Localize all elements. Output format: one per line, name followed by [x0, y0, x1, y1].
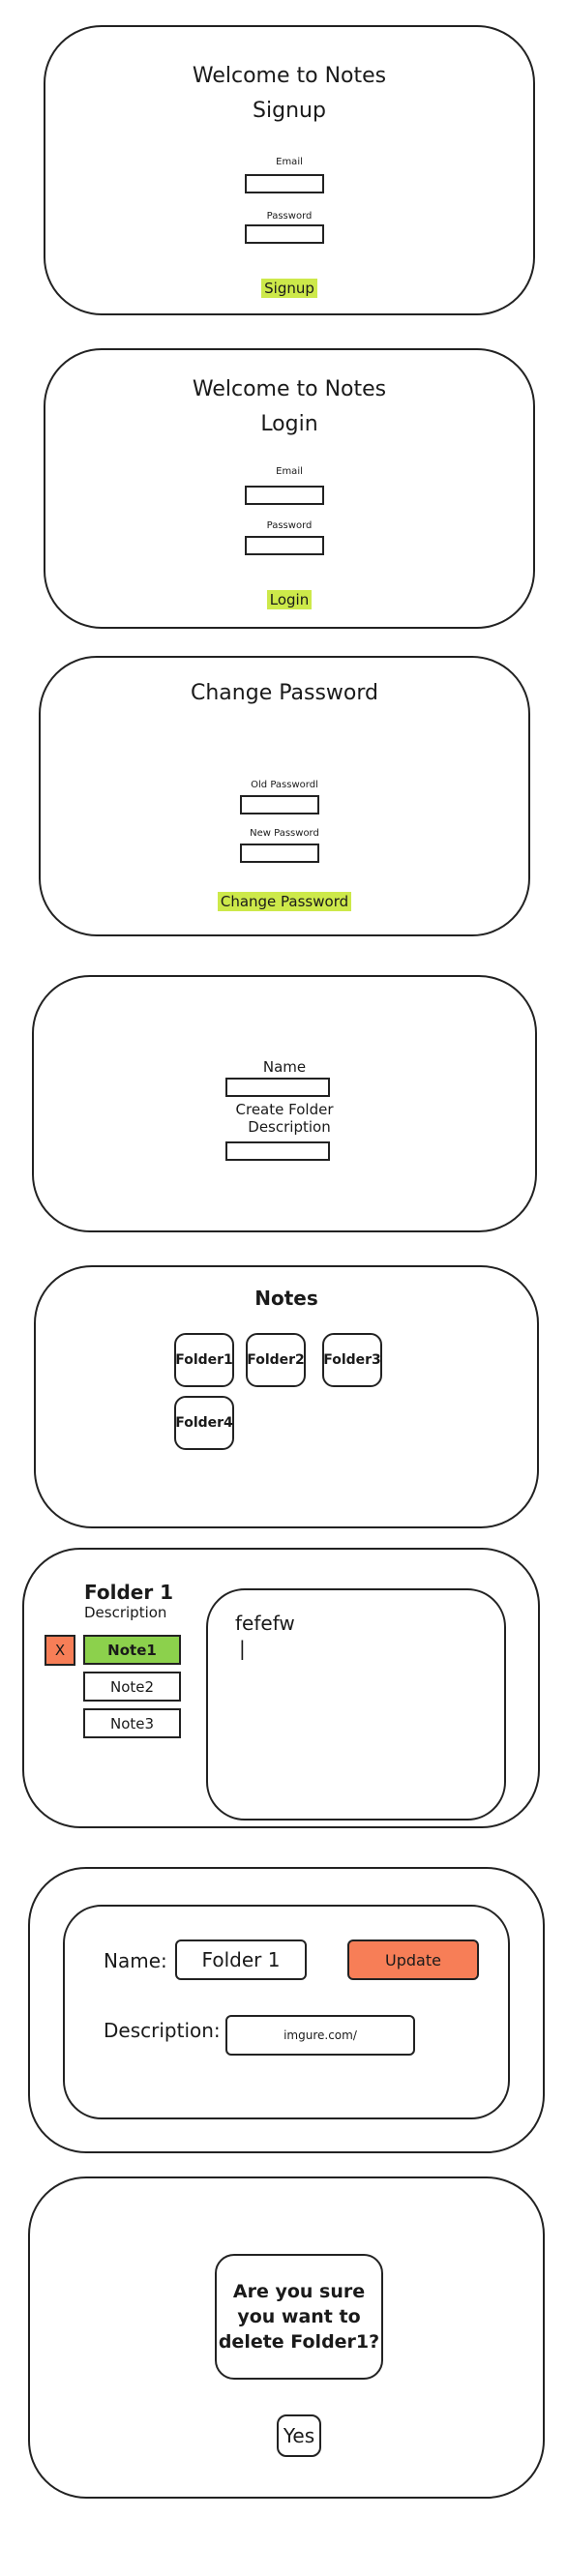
folder-card-3[interactable]: Folder3 — [322, 1333, 382, 1387]
change-password-button[interactable]: Change Password — [41, 892, 528, 911]
signup-button-label: Signup — [261, 279, 317, 298]
edit-folder-panel: Name: Folder 1 Update Description: imgur… — [63, 1905, 510, 2119]
note-editor-text: fefefw — [235, 1612, 295, 1635]
signup-button[interactable]: Signup — [45, 279, 533, 298]
folder-description-input[interactable] — [225, 1141, 330, 1161]
update-button-label: Update — [385, 1950, 441, 1969]
change-password-button-label: Change Password — [217, 892, 352, 911]
folder-title: Folder 1 — [84, 1581, 174, 1604]
old-password-input[interactable] — [240, 795, 319, 814]
notes-home-card: Notes Folder1 Folder2 Folder3 Folder4 — [34, 1265, 539, 1528]
confirm-question-line1: Are you sure — [232, 2281, 366, 2302]
signup-email-label: Email — [276, 157, 303, 167]
yes-button[interactable]: Yes — [277, 2414, 321, 2457]
folder-card-4[interactable]: Folder4 — [174, 1396, 234, 1450]
note-item-3[interactable]: Note3 — [83, 1708, 181, 1738]
change-password-card: Change Password Old Passwordl New Passwo… — [39, 656, 530, 936]
note-item-2[interactable]: Note2 — [83, 1672, 181, 1702]
note-editor[interactable]: fefefw | — [206, 1588, 506, 1821]
signup-email-input[interactable] — [245, 174, 324, 193]
login-heading: Login — [260, 412, 318, 436]
folder-card-1[interactable]: Folder1 — [174, 1333, 234, 1387]
edit-name-label: Name: — [104, 1949, 167, 1972]
folder-view-card: Folder 1 Description X Note1 Note2 Note3… — [22, 1548, 540, 1828]
edit-folder-card: Name: Folder 1 Update Description: imgur… — [28, 1867, 545, 2153]
edit-description-input[interactable]: imgure.com/ — [225, 2015, 415, 2056]
login-password-label: Password — [266, 520, 313, 531]
confirm-delete-card: Are you sure you want to delete Folder1?… — [28, 2176, 545, 2499]
delete-note-label: X — [54, 1642, 66, 1659]
delete-note-button[interactable]: X — [45, 1635, 75, 1666]
create-folder-label: Create Folder — [235, 1101, 334, 1118]
update-button[interactable]: Update — [347, 1939, 479, 1980]
folder-card-2[interactable]: Folder2 — [246, 1333, 306, 1387]
login-button[interactable]: Login — [45, 590, 533, 609]
edit-name-value: Folder 1 — [201, 1948, 281, 1971]
login-email-input[interactable] — [245, 486, 324, 505]
edit-description-value: imgure.com/ — [284, 2028, 357, 2042]
signup-password-label: Password — [266, 211, 313, 222]
old-password-label: Old Passwordl — [251, 780, 318, 790]
login-password-input[interactable] — [245, 536, 324, 555]
confirm-question-line2: you want to — [237, 2306, 361, 2327]
note-editor-cursor: | — [239, 1637, 246, 1660]
new-password-label: New Password — [250, 828, 319, 839]
change-password-heading: Change Password — [191, 681, 378, 705]
signup-heading: Signup — [253, 99, 326, 123]
signup-password-input[interactable] — [245, 224, 324, 244]
folder-description-label: Description — [248, 1118, 331, 1136]
folder-name-input[interactable] — [225, 1078, 330, 1097]
login-email-label: Email — [276, 466, 303, 477]
yes-button-label: Yes — [283, 2424, 315, 2447]
new-password-input[interactable] — [240, 844, 319, 863]
signup-welcome: Welcome to Notes — [192, 64, 387, 88]
folder-description: Description — [84, 1604, 167, 1621]
notes-heading: Notes — [254, 1287, 318, 1310]
create-folder-card: Name Create Folder Description — [32, 975, 537, 1232]
folder-name-label: Name — [262, 1058, 307, 1076]
note-item-1[interactable]: Note1 — [83, 1635, 181, 1665]
login-card: Welcome to Notes Login Email Password Lo… — [44, 348, 535, 629]
edit-name-input[interactable]: Folder 1 — [175, 1939, 307, 1980]
login-button-label: Login — [266, 590, 313, 609]
login-welcome: Welcome to Notes — [192, 377, 387, 401]
confirm-question-line3: delete Folder1? — [218, 2331, 380, 2353]
confirm-dialog: Are you sure you want to delete Folder1? — [215, 2254, 383, 2380]
signup-card: Welcome to Notes Signup Email Password S… — [44, 25, 535, 315]
edit-description-label: Description: — [104, 2019, 221, 2042]
